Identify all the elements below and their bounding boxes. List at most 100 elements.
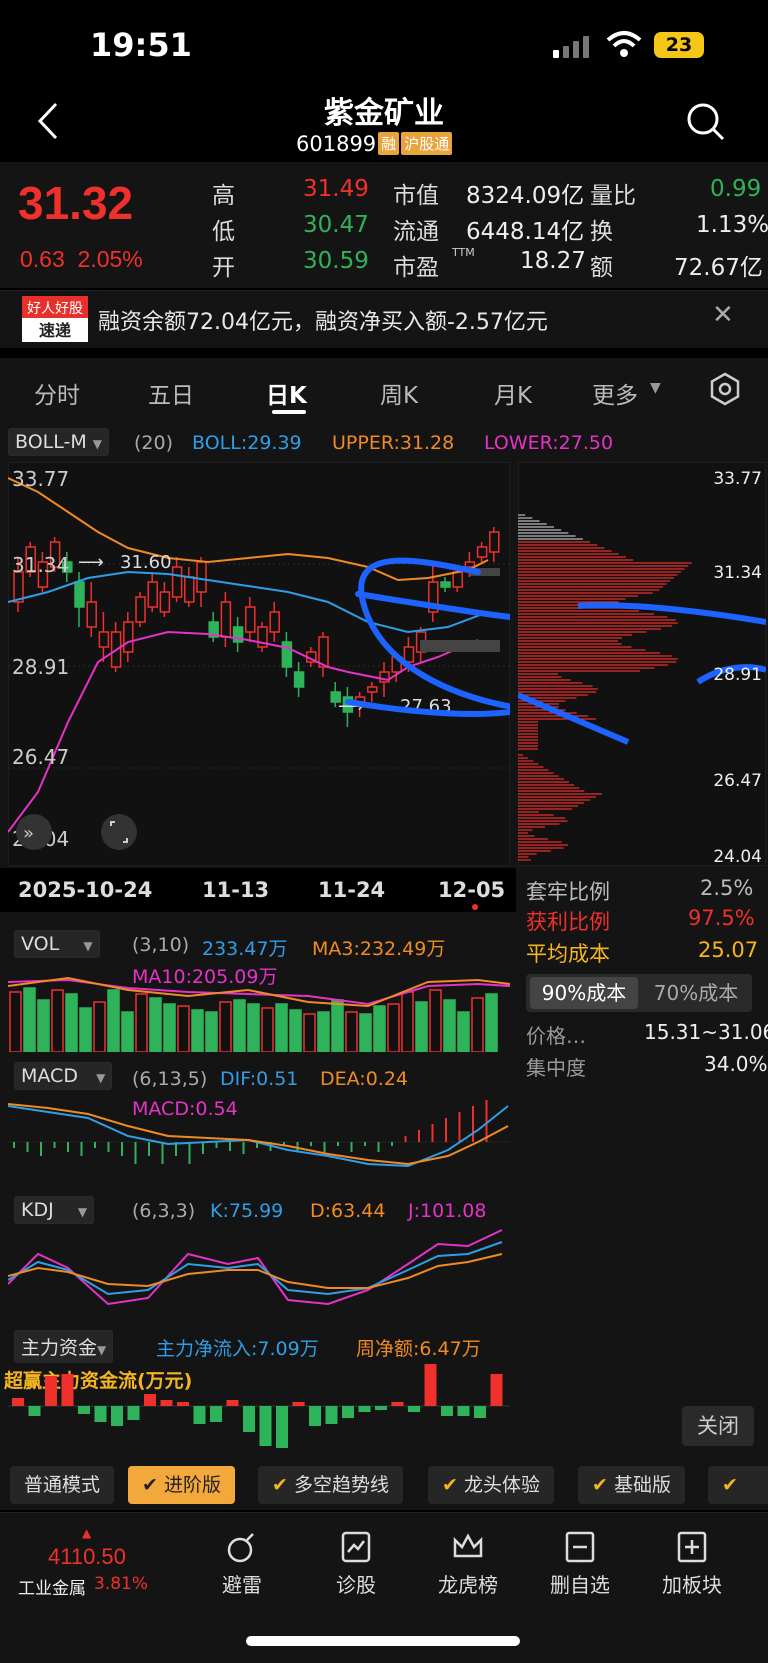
- chip-distribution-chart[interactable]: 33.77 31.34 28.91 26.47 24.04: [518, 462, 766, 866]
- x-label-4: 12-05: [438, 878, 506, 902]
- high-marker: 31.60: [120, 552, 172, 573]
- kdj-d: D:63.44: [310, 1200, 386, 1222]
- mode-basic[interactable]: ✔ 基础版: [578, 1466, 685, 1504]
- expand-icon[interactable]: »: [16, 814, 52, 850]
- boll-indicator-dropdown[interactable]: BOLL-M ▼: [8, 428, 110, 456]
- candle-body: [74, 581, 85, 608]
- fund-bar: [78, 1406, 90, 1414]
- vol-param: (3,10): [132, 934, 190, 956]
- stat-label-turnover: 换: [590, 219, 613, 245]
- volume-bar: [65, 993, 78, 1052]
- volume-bar: [163, 1003, 176, 1052]
- stat-label-amount: 额: [590, 255, 613, 281]
- candle-body: [489, 531, 500, 553]
- chip-y-4: 26.47: [713, 771, 762, 791]
- fund-bar: [292, 1402, 305, 1406]
- kdj-dropdown[interactable]: KDJ ▼: [14, 1196, 95, 1224]
- close-icon[interactable]: ✕: [712, 300, 734, 330]
- mode-trend[interactable]: ✔ 多空趋势线: [258, 1466, 403, 1504]
- fund-bar: [441, 1406, 453, 1416]
- fund-bar: [226, 1400, 239, 1406]
- stat-value-turnover: 1.13%: [696, 212, 768, 238]
- mode-normal[interactable]: 普通模式: [10, 1466, 115, 1504]
- macd-chart[interactable]: [8, 1094, 510, 1184]
- volume-bar: [443, 999, 456, 1052]
- volume-bar: [303, 1013, 316, 1052]
- macd-dropdown[interactable]: MACD ▼: [14, 1062, 113, 1090]
- boll-param: (20): [134, 432, 174, 454]
- fullscreen-icon[interactable]: [101, 814, 137, 850]
- nav-add-sector[interactable]: 加板块: [652, 1530, 732, 1598]
- macd-bars: [13, 1100, 488, 1164]
- kline-chart[interactable]: 33.77 31.34 28.91 26.47 24.04 ⟶ 31.60 ⟶ …: [8, 462, 510, 866]
- x-label-2: 11-13: [202, 878, 270, 902]
- margin-tag: 融: [378, 132, 400, 155]
- mode-leader[interactable]: ✔ 龙头体验: [428, 1466, 554, 1504]
- nav-avoid-risk[interactable]: 避雷: [202, 1530, 282, 1598]
- tab-daily-k[interactable]: 日K: [266, 376, 307, 410]
- nav-remove-watchlist[interactable]: 删自选: [540, 1530, 620, 1598]
- stock-code-line: 601899 融沪股通: [296, 132, 453, 156]
- volume-bar: [149, 997, 162, 1052]
- news-badge-icon: 好人好股 速递: [22, 296, 88, 342]
- mode-dragon[interactable]: ✔ 龙: [708, 1466, 768, 1534]
- fund-bar: [127, 1406, 140, 1420]
- y-label-4: 26.47: [12, 745, 69, 769]
- candle-body: [135, 596, 146, 623]
- boll-name: BOLL-M: [15, 431, 87, 453]
- candle-body: [245, 606, 256, 633]
- candle-body: [476, 546, 488, 558]
- tab-five-day[interactable]: 五日: [148, 376, 194, 410]
- candle-body: [184, 576, 195, 603]
- candle-body: [269, 611, 280, 633]
- cost-90-button[interactable]: 90%成本: [530, 977, 638, 1009]
- tab-more[interactable]: 更多: [592, 376, 638, 410]
- volume-bar: [471, 997, 484, 1052]
- tab-intraday[interactable]: 分时: [34, 376, 80, 410]
- stat-label-mktcap: 市值: [393, 183, 439, 209]
- close-chip-button[interactable]: 关闭: [682, 1406, 754, 1446]
- price-change: 0.63 2.05%: [20, 246, 143, 273]
- connect-tag: 沪股通: [401, 132, 453, 155]
- volume-bar: [205, 1011, 218, 1052]
- volume-bar: [261, 1007, 274, 1052]
- stat-label-pe: 市盈: [393, 255, 439, 281]
- mode-advanced-label: 进阶版: [163, 1474, 221, 1496]
- macd-dea: DEA:0.24: [320, 1068, 409, 1090]
- upper-value: UPPER:31.28: [332, 432, 455, 454]
- fund-bar: [61, 1374, 74, 1406]
- cost-70-button[interactable]: 70%成本: [644, 977, 748, 1009]
- fund-flow-chart[interactable]: [8, 1356, 510, 1452]
- nav-dragon-tiger[interactable]: 龙虎榜: [428, 1530, 508, 1598]
- tab-monthly-k[interactable]: 月K: [494, 376, 532, 410]
- fund-bar: [177, 1402, 189, 1406]
- vol-dropdown[interactable]: VOL ▼: [14, 930, 100, 958]
- fund-bar: [243, 1406, 255, 1432]
- settings-hexagon-icon[interactable]: [708, 372, 742, 406]
- concentration-value: 34.0%: [704, 1052, 768, 1076]
- volume-chart[interactable]: [8, 966, 510, 1052]
- mode-advanced[interactable]: ✔ 进阶版: [128, 1466, 235, 1504]
- notice-text[interactable]: 融资余额72.04亿元，融资净买入额-2.57亿元: [98, 304, 548, 336]
- candle-body: [281, 641, 293, 668]
- fund-bar: [259, 1406, 272, 1446]
- stat-label-open: 开: [212, 255, 235, 281]
- nav-diagnose-label: 诊股: [336, 1573, 376, 1597]
- chip-avg-cost-label: 平均成本: [526, 942, 610, 966]
- candle-body: [123, 621, 134, 653]
- y-label-3: 28.91: [12, 655, 69, 679]
- candle-body: [403, 646, 415, 663]
- nav-diagnose[interactable]: 诊股: [316, 1530, 396, 1598]
- fund-bar: [408, 1406, 420, 1412]
- volume-bar: [317, 1011, 330, 1052]
- search-icon[interactable]: [686, 102, 726, 142]
- tab-weekly-k[interactable]: 周K: [380, 376, 418, 410]
- sector-index-value[interactable]: 4110.50: [48, 1544, 126, 1570]
- lower-value: LOWER:27.50: [484, 432, 614, 454]
- stat-value-open: 30.59: [303, 248, 369, 274]
- check-icon: ✔: [142, 1474, 164, 1496]
- volume-bar: [387, 1003, 400, 1052]
- sector-name: 工业金属: [18, 1579, 86, 1599]
- kdj-chart[interactable]: [8, 1224, 510, 1314]
- volume-bar: [289, 1009, 302, 1052]
